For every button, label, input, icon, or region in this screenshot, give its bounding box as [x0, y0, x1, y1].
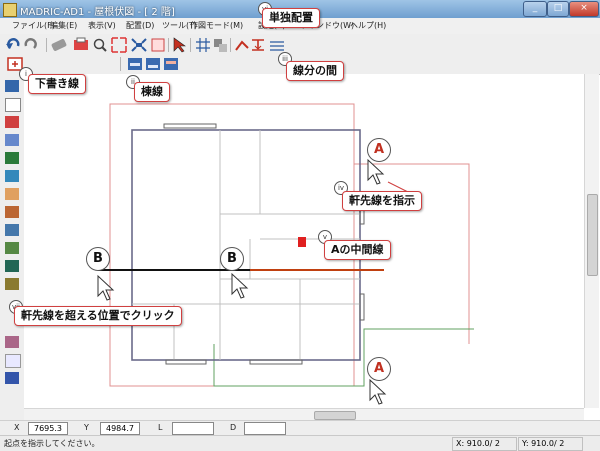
main-toolbar — [0, 34, 600, 57]
plant-tool-icon[interactable] — [5, 260, 19, 272]
eave-tool-icon[interactable] — [5, 134, 19, 146]
callout-ridge-line: 棟線 — [134, 82, 170, 102]
menu-view[interactable]: 表示(V) — [88, 20, 116, 31]
roof-tool-icon[interactable] — [5, 116, 19, 128]
slope-tool-icon[interactable] — [5, 152, 19, 164]
single-place-icon[interactable] — [235, 40, 249, 51]
underdraw-line-tool-icon[interactable] — [5, 98, 21, 112]
menu-draw-mode[interactable]: 作図モード(M) — [190, 20, 243, 31]
y-coordinate-field[interactable]: 4984.7 — [100, 422, 140, 435]
maximize-button[interactable]: □ — [547, 1, 569, 17]
ridge-line-red-icon[interactable] — [164, 58, 178, 70]
callout-midline-a: Aの中間線 — [324, 240, 391, 260]
point-b-mid-marker: B — [220, 247, 244, 271]
zoom-fit-icon[interactable] — [111, 37, 127, 53]
toolbar-separator — [230, 38, 231, 52]
coordinate-bar: X 7695.3 Y 4984.7 L D — [0, 420, 600, 436]
point-a-bottom-marker: A — [367, 357, 391, 381]
app-icon — [3, 3, 17, 17]
drawing-canvas[interactable] — [24, 74, 584, 415]
toolbar-separator — [168, 38, 169, 52]
status-message: 起点を指示してください。 — [4, 439, 100, 448]
direction-field[interactable] — [244, 422, 286, 435]
window-frame-icon[interactable] — [151, 38, 165, 52]
left-toolbar — [0, 74, 25, 420]
direction-label: D — [230, 423, 237, 432]
redo-icon[interactable] — [24, 38, 37, 49]
midpoint-marker — [298, 237, 306, 247]
x-label: X — [14, 423, 20, 432]
zoom-icon[interactable] — [93, 38, 107, 52]
zoom-all-icon[interactable] — [131, 38, 147, 52]
callout-eave-line-indicate: 軒先線を指示 — [342, 191, 422, 211]
callout-single-place: 単独配置 — [262, 8, 320, 28]
menu-edit[interactable]: 編集(E) — [50, 20, 77, 31]
text-tool-icon[interactable] — [5, 354, 21, 368]
select-arrow-icon[interactable] — [173, 37, 186, 53]
hip-tool-icon[interactable] — [5, 188, 19, 200]
cursor-icon — [369, 378, 387, 405]
menu-file[interactable]: ファイル(F) — [12, 20, 55, 31]
status-bar: 起点を指示してください。 X: 910.0/ 2 Y: 910.0/ 2 — [0, 435, 600, 451]
callout-click-beyond: 軒先線を超える位置でクリック — [14, 306, 182, 326]
gable-tool-icon[interactable] — [5, 170, 19, 182]
copy-shape-icon[interactable] — [214, 39, 227, 52]
toolbar-separator — [190, 38, 191, 52]
window-title: MADRIC-AD1 - 屋根伏図 - [ 2 階] — [20, 7, 175, 18]
house-tool-icon[interactable] — [5, 372, 19, 384]
toolbar-separator — [120, 57, 121, 71]
minimize-button[interactable]: _ — [523, 1, 547, 17]
menu-place[interactable]: 配置(D) — [126, 20, 154, 31]
grid-y-status: Y: 910.0/ 2 — [518, 437, 583, 451]
grid-snap-icon[interactable] — [196, 38, 210, 52]
ridge-line-icon[interactable] — [128, 58, 142, 70]
roof-plan-drawing — [97, 103, 474, 415]
grid-x-status: X: 910.0/ 2 — [452, 437, 517, 451]
x-coordinate-field[interactable]: 7695.3 — [28, 422, 68, 435]
length-label: L — [158, 423, 163, 432]
y-label: Y — [84, 423, 89, 432]
cursor-icon — [231, 272, 249, 299]
vertical-scroll-thumb[interactable] — [587, 194, 598, 276]
toolbar-separator — [46, 38, 47, 52]
menu-help[interactable]: ヘルプ(H) — [350, 20, 386, 31]
vertical-scrollbar[interactable] — [584, 74, 599, 408]
guide-green-line — [213, 328, 474, 387]
dormer-tool-icon[interactable] — [5, 224, 19, 236]
fence-tool-icon[interactable] — [5, 278, 19, 290]
valley-tool-icon[interactable] — [5, 206, 19, 218]
horizontal-scroll-thumb[interactable] — [314, 411, 356, 420]
segment-midline-icon[interactable] — [270, 41, 284, 51]
close-button[interactable]: × — [569, 1, 599, 17]
layer-icon[interactable] — [7, 57, 23, 71]
guide-outline — [109, 103, 355, 387]
point-b-left-marker: B — [86, 247, 110, 271]
callout-segment-gap: 線分の間 — [286, 61, 344, 81]
cursor-icon — [97, 274, 115, 301]
segment-between-icon[interactable] — [252, 39, 264, 51]
callout-underdraw-line: 下書き線 — [28, 74, 86, 94]
eraser-icon[interactable] — [51, 38, 67, 51]
print-icon[interactable] — [74, 37, 88, 50]
undo-icon[interactable] — [6, 38, 20, 49]
dimension-tool-icon[interactable] — [5, 336, 19, 348]
length-field[interactable] — [172, 422, 214, 435]
ridge-line-alt-icon[interactable] — [146, 58, 160, 70]
window-mark — [163, 123, 217, 129]
wall-tool-icon[interactable] — [5, 80, 19, 92]
point-a-top-marker: A — [367, 138, 391, 162]
tree-tool-icon[interactable] — [5, 242, 19, 254]
